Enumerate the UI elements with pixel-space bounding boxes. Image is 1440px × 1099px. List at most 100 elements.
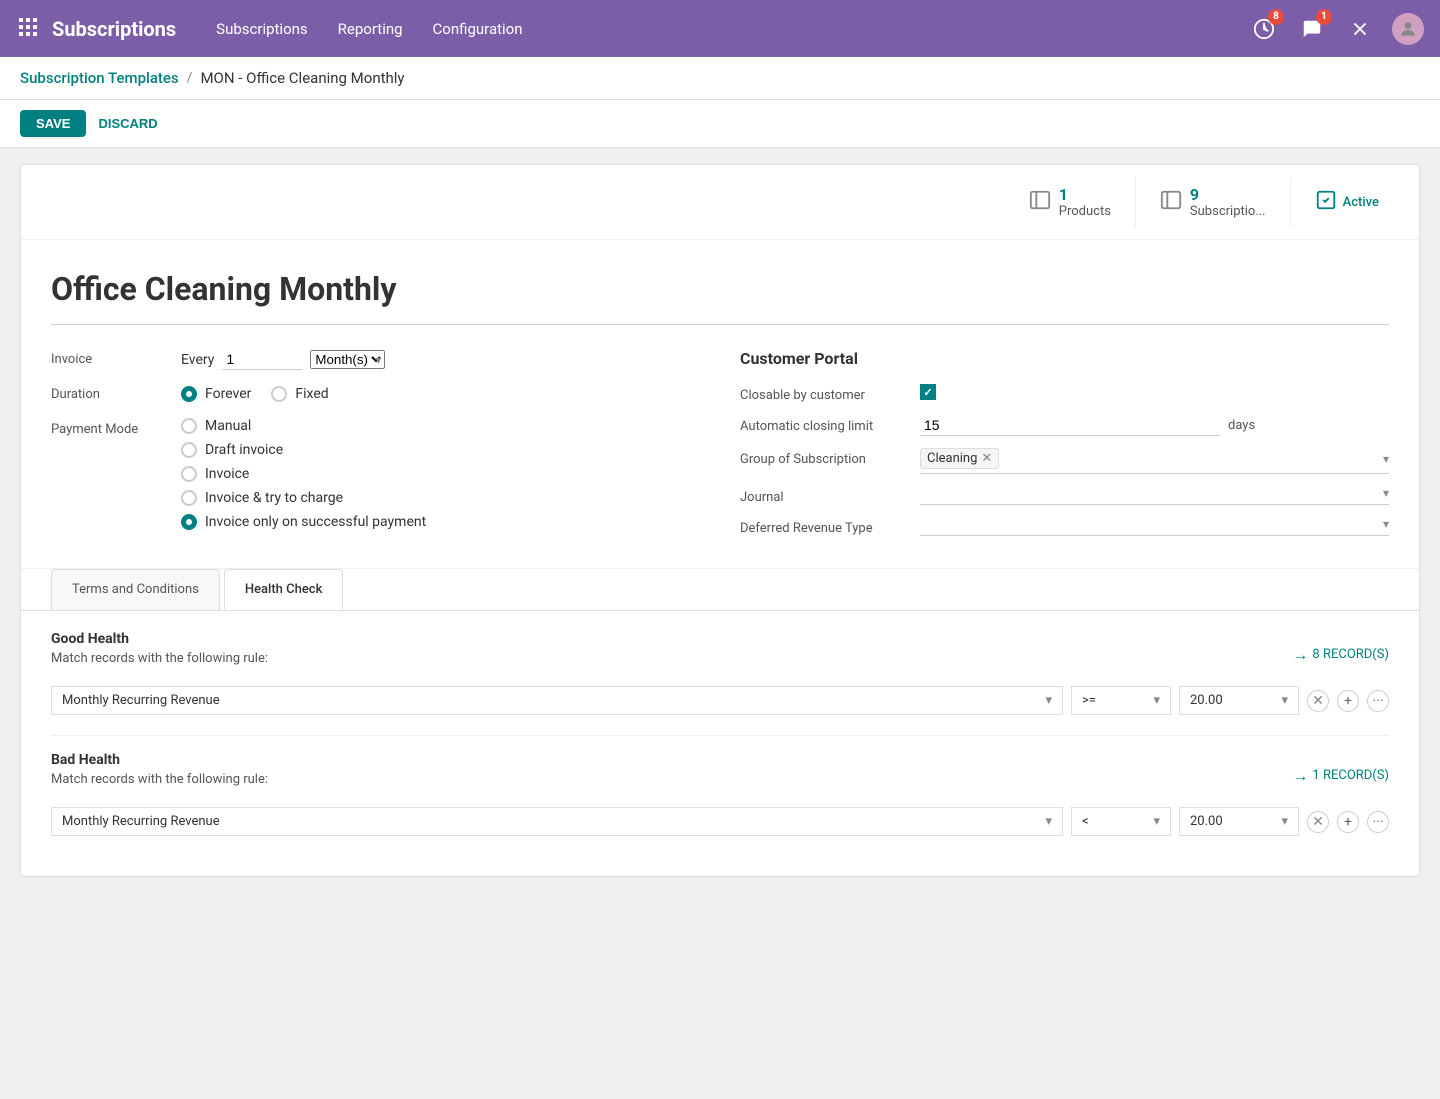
health-check-content: Good Health Match records with the follo…: [21, 610, 1419, 876]
invoice-number-input[interactable]: [222, 349, 302, 370]
duration-forever-radio[interactable]: [181, 386, 197, 402]
duration-forever-option[interactable]: Forever: [181, 386, 251, 402]
good-val-text: 20.00: [1190, 693, 1223, 708]
bad-rule-delete[interactable]: ✕: [1307, 811, 1329, 833]
stat-active[interactable]: Active: [1290, 177, 1403, 227]
invoice-value: Every Month(s) Year(s) Week(s) Day(s): [181, 349, 700, 370]
duration-fixed-radio[interactable]: [271, 386, 287, 402]
closable-label: Closable by customer: [740, 384, 920, 403]
save-button[interactable]: SAVE: [20, 110, 86, 137]
subscriptions-icon: [1160, 189, 1182, 216]
main-content: 1 Products 9 Subscriptio... Active: [0, 148, 1440, 893]
payment-manual[interactable]: Manual: [181, 418, 700, 434]
deferred-value: ▾: [920, 517, 1389, 536]
bad-records-count: 1 RECORD(S): [1312, 768, 1389, 783]
good-health-titles: Good Health Match records with the follo…: [51, 631, 268, 678]
nav-subscriptions[interactable]: Subscriptions: [216, 20, 307, 38]
bad-rule-actions: ✕ + ···: [1307, 811, 1389, 833]
group-tag-close[interactable]: ✕: [981, 451, 992, 466]
form-title[interactable]: Office Cleaning Monthly: [51, 270, 1389, 308]
clock-badge-count: 8: [1268, 9, 1284, 25]
bad-rule-op[interactable]: < ▾: [1071, 807, 1171, 836]
tab-terms[interactable]: Terms and Conditions: [51, 569, 220, 610]
good-health-header: Good Health Match records with the follo…: [51, 631, 1389, 678]
good-health-title: Good Health: [51, 631, 268, 647]
journal-dropdown-arrow[interactable]: ▾: [1383, 486, 1389, 500]
chat-badge[interactable]: 1: [1296, 13, 1328, 45]
bad-op-text: <: [1082, 814, 1089, 829]
good-rule-op[interactable]: >= ▾: [1071, 686, 1171, 715]
stat-products[interactable]: 1 Products: [1005, 177, 1135, 227]
bad-rule-add[interactable]: +: [1337, 811, 1359, 833]
bad-records-arrow: →: [1292, 766, 1308, 786]
toolbar: SAVE DISCARD: [0, 100, 1440, 148]
breadcrumb-parent[interactable]: Subscription Templates: [20, 69, 179, 87]
good-health-desc: Match records with the following rule:: [51, 651, 268, 666]
auto-closing-input[interactable]: [920, 415, 1220, 436]
payment-invoice-charge[interactable]: Invoice & try to charge: [181, 490, 700, 506]
form-left: Invoice Every Month(s) Year(s) Week(s) D…: [51, 349, 700, 548]
chat-badge-count: 1: [1316, 9, 1332, 25]
journal-label: Journal: [740, 486, 920, 505]
bad-health-titles: Bad Health Match records with the follow…: [51, 752, 268, 799]
stat-subscriptions[interactable]: 9 Subscriptio...: [1135, 177, 1290, 227]
grid-icon[interactable]: [16, 15, 40, 43]
auto-closing-row: Automatic closing limit days: [740, 415, 1389, 436]
nav-right: 8 1: [1248, 13, 1424, 45]
payment-invoice-charge-radio[interactable]: [181, 490, 197, 506]
bad-records-link[interactable]: → 1 RECORD(S): [1292, 766, 1389, 786]
payment-mode-label: Payment Mode: [51, 418, 181, 437]
group-tag-text: Cleaning: [927, 451, 977, 466]
tab-health-label: Health Check: [245, 582, 323, 597]
payment-draft-radio[interactable]: [181, 442, 197, 458]
good-rule-more[interactable]: ···: [1367, 690, 1389, 712]
close-nav-icon[interactable]: [1344, 13, 1376, 45]
good-records-link[interactable]: → 8 RECORD(S): [1292, 645, 1389, 665]
good-rule-add[interactable]: +: [1337, 690, 1359, 712]
breadcrumb-separator: /: [187, 70, 193, 86]
group-tag: Cleaning ✕: [920, 448, 999, 469]
payment-invoice[interactable]: Invoice: [181, 466, 700, 482]
health-divider: [51, 735, 1389, 736]
bad-rule-val[interactable]: 20.00 ▾: [1179, 807, 1299, 836]
discard-button[interactable]: DISCARD: [98, 116, 157, 131]
user-avatar[interactable]: [1392, 13, 1424, 45]
stat-subscriptions-count: 9: [1190, 185, 1266, 204]
payment-manual-radio[interactable]: [181, 418, 197, 434]
tab-terms-label: Terms and Conditions: [72, 582, 199, 597]
tab-health-check[interactable]: Health Check: [224, 569, 344, 610]
good-rule-actions: ✕ + ···: [1307, 690, 1389, 712]
good-rule-field[interactable]: Monthly Recurring Revenue ▾: [51, 686, 1063, 715]
duration-options: Forever Fixed: [181, 386, 700, 402]
products-icon: [1029, 189, 1051, 216]
journal-value: ▾: [920, 486, 1389, 505]
invoice-label: Invoice: [51, 352, 181, 367]
payment-invoice-success[interactable]: Invoice only on successful payment: [181, 514, 700, 530]
invoice-period-select[interactable]: Month(s) Year(s) Week(s) Day(s): [310, 350, 385, 369]
duration-fixed-option[interactable]: Fixed: [271, 386, 328, 402]
payment-invoice-success-radio[interactable]: [181, 514, 197, 530]
auto-closing-unit: days: [1228, 418, 1255, 433]
bad-val-arrow: ▾: [1281, 814, 1288, 829]
good-health-section: Good Health Match records with the follo…: [51, 631, 1389, 715]
good-records-count: 8 RECORD(S): [1312, 647, 1389, 662]
payment-mode-row: Payment Mode Manual Draft invoice: [51, 418, 700, 530]
active-icon: [1315, 189, 1337, 216]
nav-reporting[interactable]: Reporting: [338, 20, 403, 38]
closable-checkbox[interactable]: [920, 384, 936, 400]
bad-rule-more[interactable]: ···: [1367, 811, 1389, 833]
group-dropdown-arrow[interactable]: ▾: [1383, 452, 1389, 466]
invoice-every-text: Every: [181, 352, 214, 368]
good-rule-val[interactable]: 20.00 ▾: [1179, 686, 1299, 715]
good-rule-delete[interactable]: ✕: [1307, 690, 1329, 712]
app-name: Subscriptions: [52, 17, 176, 41]
deferred-dropdown-arrow[interactable]: ▾: [1383, 517, 1389, 531]
stat-products-count: 1: [1059, 185, 1111, 204]
payment-draft[interactable]: Draft invoice: [181, 442, 700, 458]
nav-configuration[interactable]: Configuration: [433, 20, 523, 38]
bad-rule-field[interactable]: Monthly Recurring Revenue ▾: [51, 807, 1063, 836]
stat-products-info: 1 Products: [1059, 185, 1111, 219]
bad-field-text: Monthly Recurring Revenue: [62, 814, 220, 829]
payment-invoice-radio[interactable]: [181, 466, 197, 482]
clock-badge[interactable]: 8: [1248, 13, 1280, 45]
